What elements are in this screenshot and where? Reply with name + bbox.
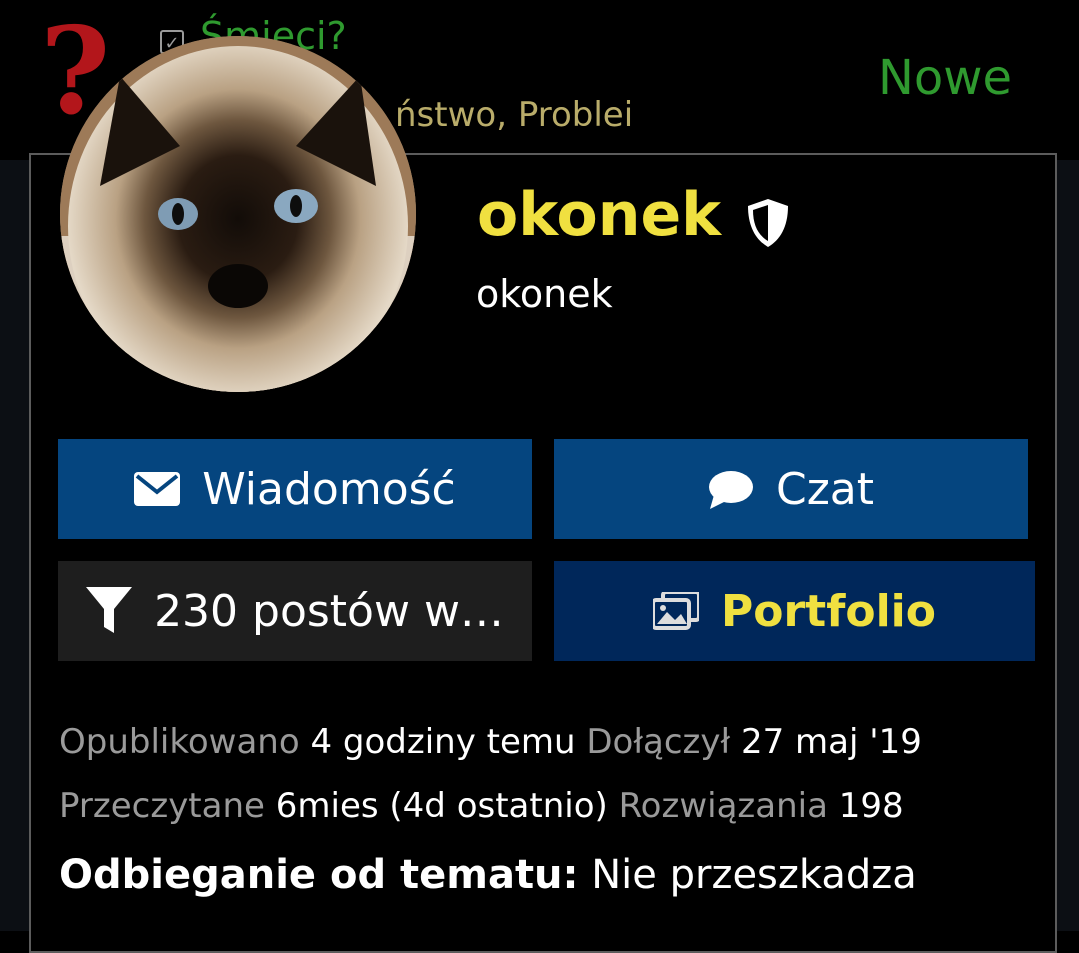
username: okonek bbox=[476, 272, 613, 316]
portfolio-button[interactable]: Portfolio bbox=[554, 561, 1035, 661]
posted-label: Opublikowano bbox=[59, 722, 300, 762]
solutions-value: 198 bbox=[838, 786, 904, 826]
stats-row-2: Przeczytane 6mies (4d ostatnio) Rozwiąza… bbox=[59, 774, 922, 838]
chat-button[interactable]: Czat bbox=[554, 439, 1028, 539]
portfolio-button-label: Portfolio bbox=[721, 585, 936, 637]
user-stats: Opublikowano 4 godziny temu Dołączył 27 … bbox=[59, 710, 922, 838]
stats-row-1: Opublikowano 4 godziny temu Dołączył 27 … bbox=[59, 710, 922, 774]
joined-label: Dołączył bbox=[586, 722, 731, 762]
solutions-label: Rozwiązania bbox=[618, 786, 828, 826]
posts-filter-button[interactable]: 230 postów w… bbox=[58, 561, 532, 661]
joined-value: 27 maj '19 bbox=[740, 722, 922, 762]
envelope-icon bbox=[134, 472, 181, 506]
chat-button-label: Czat bbox=[775, 463, 875, 515]
display-name: okonek bbox=[477, 180, 722, 250]
offtopic-label: Odbieganie od tematu: bbox=[59, 852, 579, 898]
message-button-label: Wiadomość bbox=[202, 463, 456, 515]
topic-tags: ństwo, Problei bbox=[395, 95, 634, 135]
chat-bubble-icon bbox=[708, 469, 754, 509]
message-button[interactable]: Wiadomość bbox=[58, 439, 532, 539]
new-badge[interactable]: Nowe bbox=[878, 50, 1012, 106]
offtopic-preference: Odbieganie od tematu: Nie przeszkadza bbox=[59, 852, 917, 898]
posts-filter-label: 230 postów w… bbox=[154, 585, 504, 637]
filter-icon bbox=[86, 587, 133, 635]
posted-value: 4 godziny temu bbox=[310, 722, 576, 762]
read-label: Przeczytane bbox=[59, 786, 265, 826]
offtopic-value: Nie przeszkadza bbox=[591, 852, 917, 898]
shield-icon bbox=[748, 199, 788, 247]
cat-avatar-image bbox=[60, 36, 416, 392]
avatar[interactable] bbox=[60, 36, 416, 392]
read-value: 6mies (4d ostatnio) bbox=[275, 786, 608, 826]
images-icon bbox=[653, 592, 699, 630]
